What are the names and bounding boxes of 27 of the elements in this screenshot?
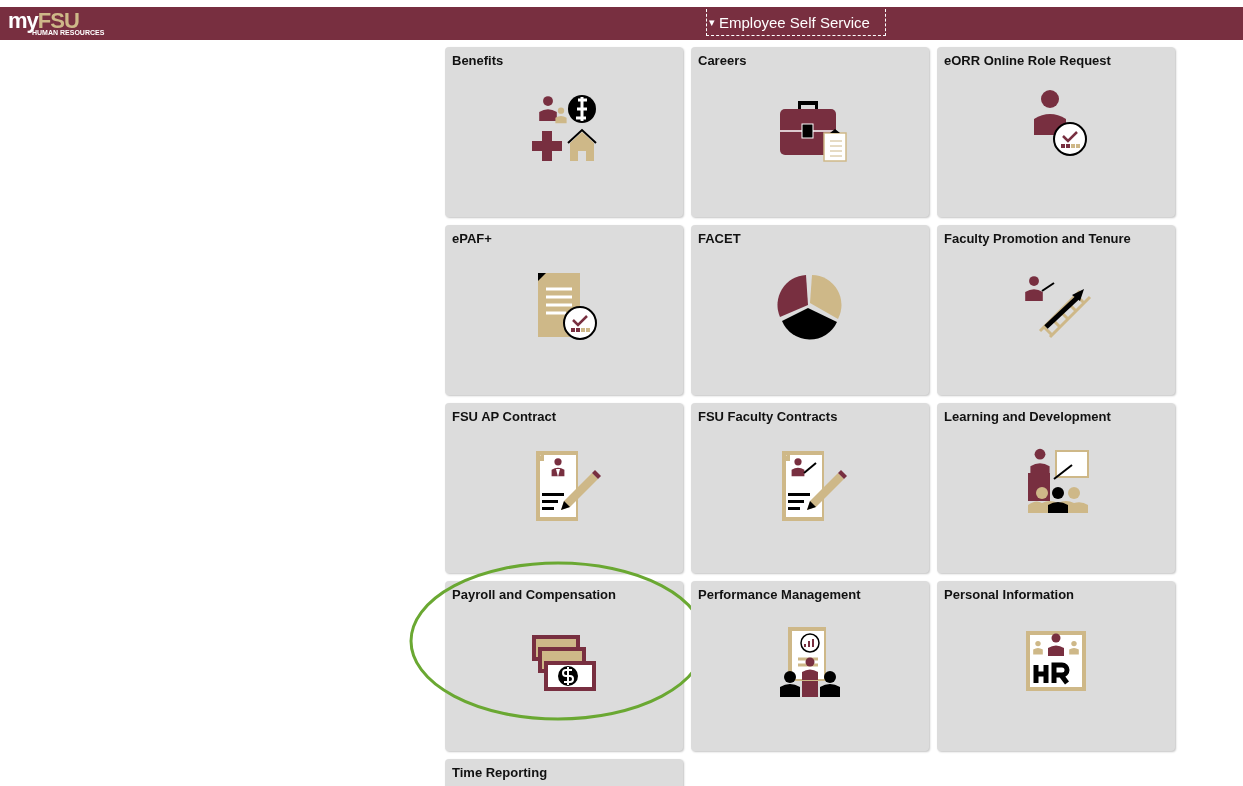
tile[interactable]: Benefits [445, 47, 683, 217]
tile-title: Personal Information [944, 587, 1075, 602]
tile-title: FSU AP Contract [452, 409, 556, 424]
tile[interactable]: eORR Online Role Request [937, 47, 1175, 217]
tile[interactable]: Careers [691, 47, 929, 217]
tile[interactable]: Time Reporting [445, 759, 683, 786]
tile[interactable]: Performance Management [691, 581, 929, 751]
tile[interactable]: FSU Faculty Contracts [691, 403, 929, 573]
tile-title: Careers [698, 53, 747, 68]
tile[interactable]: FACET [691, 225, 929, 395]
tile-title: Time Reporting [452, 765, 548, 780]
tile-title: Payroll and Compensation [452, 587, 616, 602]
tile-title: ePAF+ [452, 231, 492, 246]
tile-title: FSU Faculty Contracts [698, 409, 838, 424]
tile[interactable]: Faculty Promotion and Tenure [937, 225, 1175, 395]
tile-title: FACET [698, 231, 741, 246]
tile-title: eORR Online Role Request [944, 53, 1111, 68]
tile[interactable]: Payroll and Compensation [445, 581, 683, 751]
menu-dropdown[interactable]: ▾ Employee Self Service [706, 9, 886, 36]
tile-title: Learning and Development [944, 409, 1111, 424]
tile-title: Benefits [452, 53, 504, 68]
tile[interactable]: Personal Information [937, 581, 1175, 751]
tile-title: Performance Management [698, 587, 861, 602]
tile[interactable]: Learning and Development [937, 403, 1175, 573]
tile-title: Faculty Promotion and Tenure [944, 231, 1131, 246]
tile[interactable]: FSU AP Contract [445, 403, 683, 573]
tile[interactable]: ePAF+ [445, 225, 683, 395]
